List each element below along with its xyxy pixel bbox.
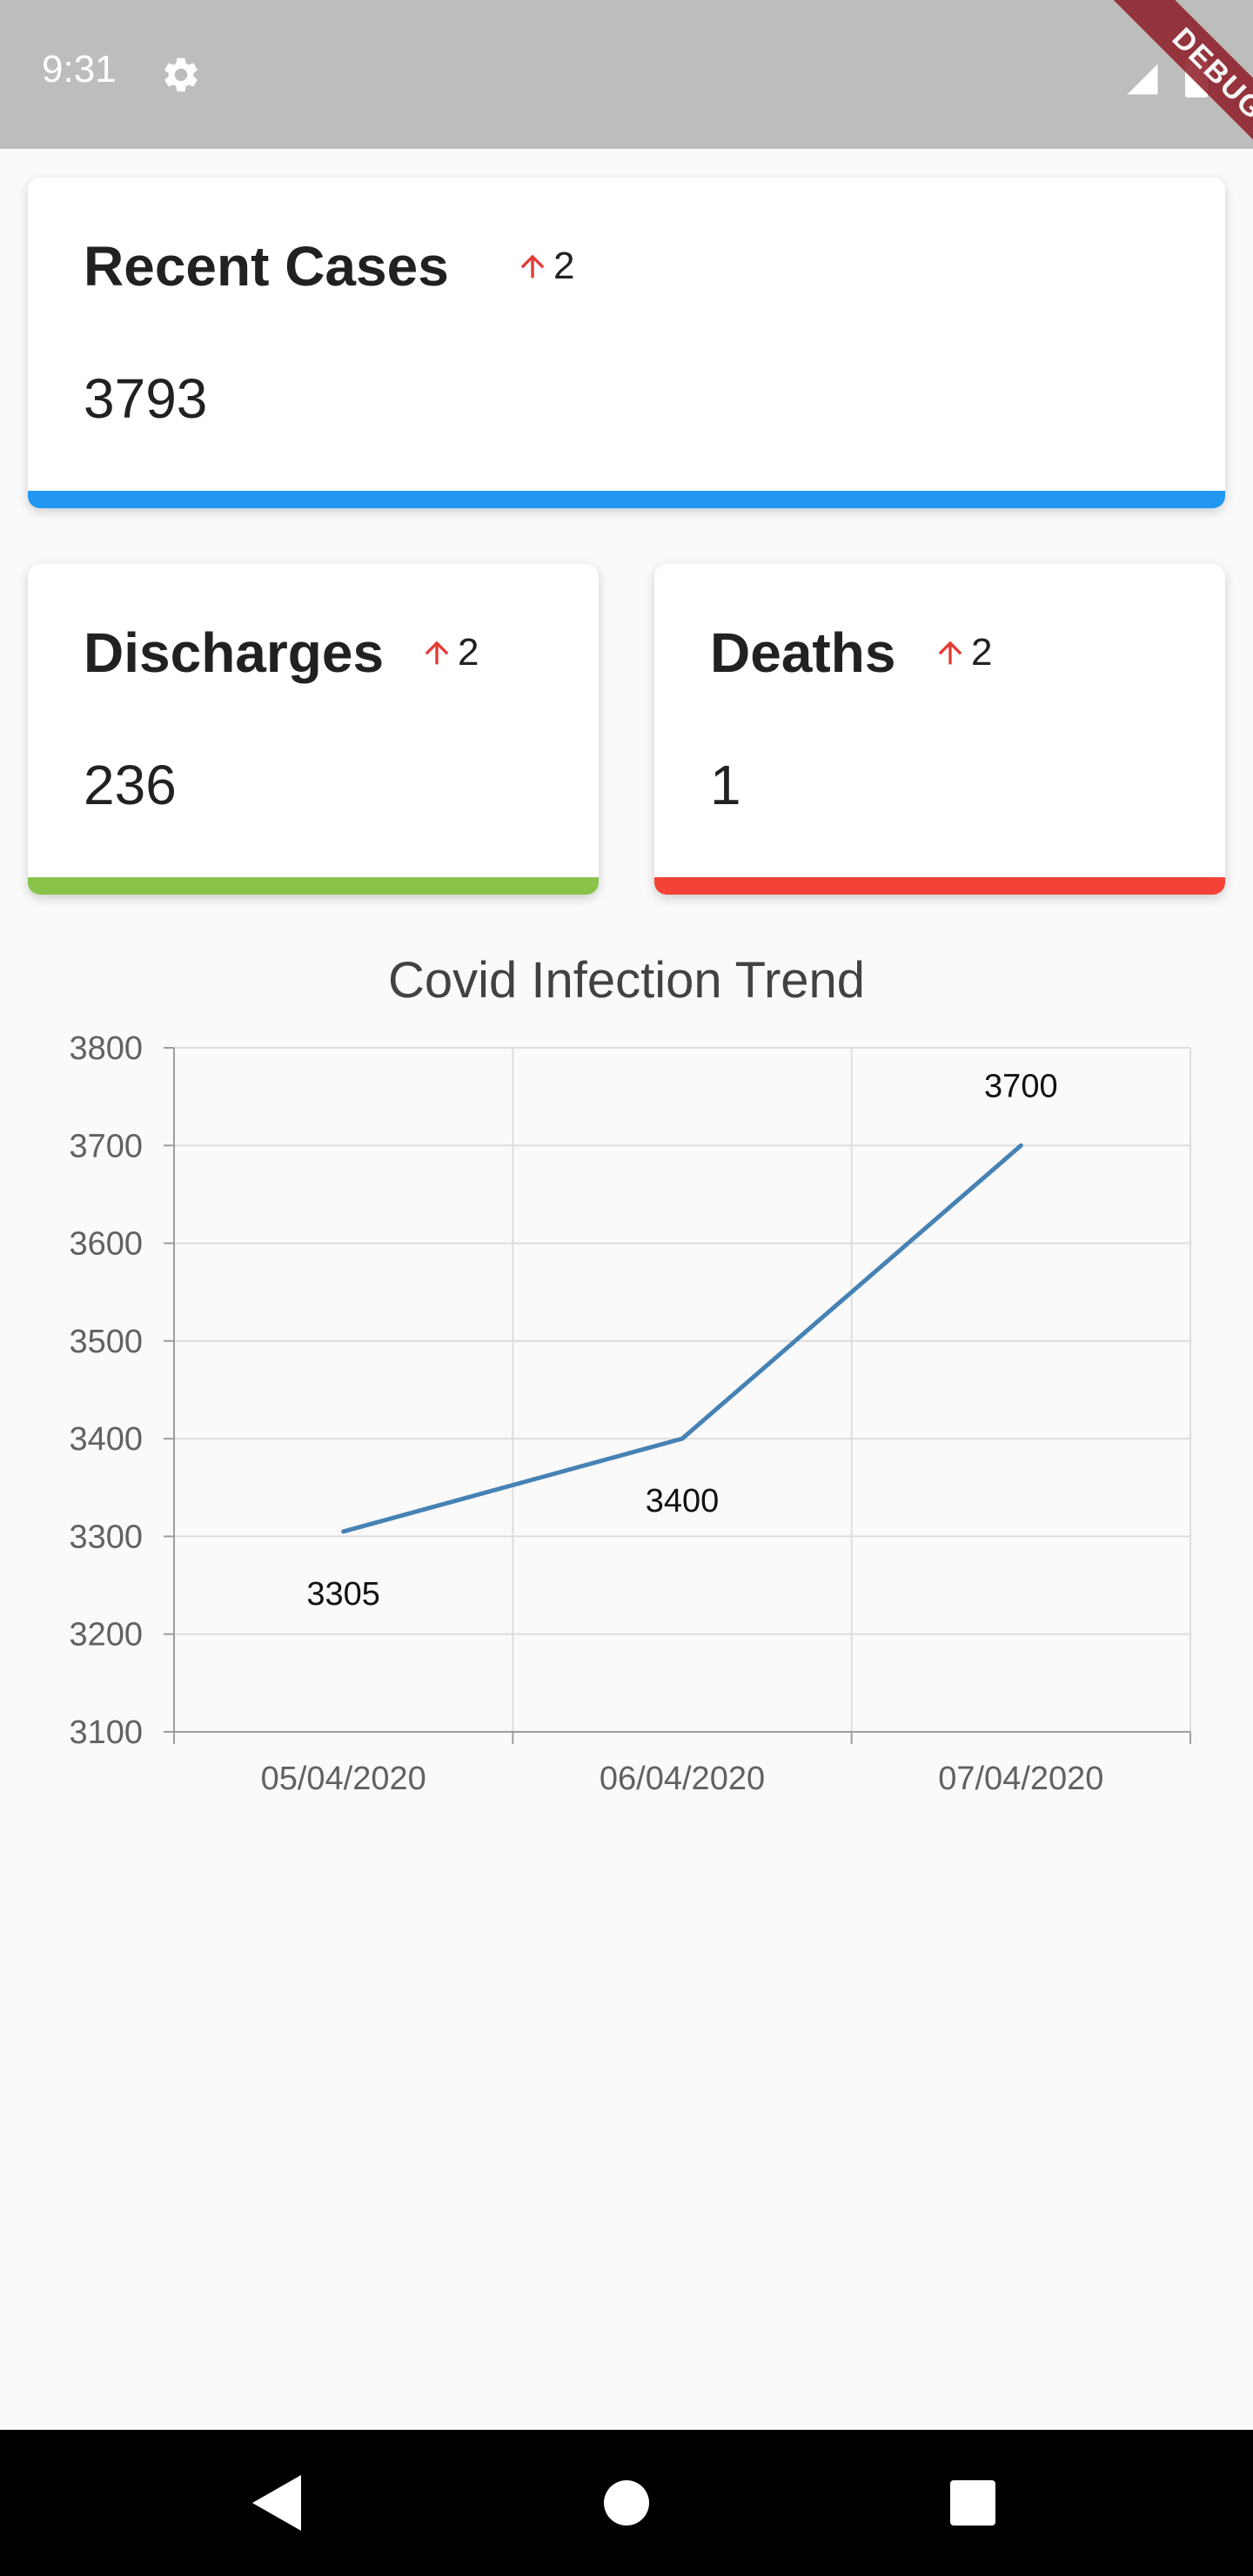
x-tick-label: 05/04/2020 bbox=[261, 1761, 426, 1797]
series-line bbox=[343, 1144, 1022, 1534]
y-tick-label: 3300 bbox=[69, 1519, 143, 1555]
recent-cases-delta: 2 bbox=[515, 247, 574, 285]
discharges-delta-value: 2 bbox=[458, 631, 479, 674]
deaths-value: 1 bbox=[710, 754, 741, 816]
x-tick-label: 07/04/2020 bbox=[938, 1761, 1103, 1797]
navigation-bar bbox=[0, 2430, 1253, 2576]
arrow-up-icon bbox=[938, 641, 962, 665]
discharges-title: Discharges bbox=[84, 621, 385, 684]
data-point bbox=[1018, 1143, 1023, 1148]
y-tick-label: 3200 bbox=[69, 1617, 143, 1654]
arrow-up-icon bbox=[425, 641, 449, 665]
home-icon[interactable] bbox=[604, 2480, 649, 2526]
recents-icon[interactable] bbox=[950, 2480, 995, 2526]
deaths-delta-value: 2 bbox=[971, 631, 993, 674]
y-tick-label: 3600 bbox=[69, 1226, 143, 1263]
back-icon[interactable] bbox=[252, 2473, 305, 2532]
arrow-up-icon bbox=[520, 254, 545, 278]
y-tick-label: 3500 bbox=[69, 1324, 143, 1360]
recent-cases-title: Recent Cases bbox=[84, 235, 449, 298]
x-tick-label: 06/04/2020 bbox=[600, 1761, 765, 1797]
status-time: 9:31 bbox=[42, 48, 117, 91]
data-label: 3305 bbox=[306, 1576, 380, 1613]
y-tick-label: 3100 bbox=[69, 1714, 143, 1751]
y-tick-label: 3700 bbox=[69, 1128, 143, 1164]
chart-title: Covid Infection Trend bbox=[387, 952, 866, 1009]
data-point bbox=[341, 1529, 346, 1534]
discharges-color-bar bbox=[28, 877, 599, 895]
recent-cases-color-bar bbox=[28, 491, 1225, 508]
data-point bbox=[680, 1436, 685, 1441]
recent-cases-value: 3793 bbox=[84, 367, 208, 430]
y-tick-label: 3400 bbox=[69, 1421, 143, 1458]
discharges-value: 236 bbox=[84, 754, 177, 816]
discharges-delta: 2 bbox=[419, 634, 479, 672]
recent-cases-delta-value: 2 bbox=[553, 245, 575, 287]
discharges-card[interactable]: Discharges 2 236 bbox=[28, 564, 599, 895]
deaths-delta: 2 bbox=[933, 634, 992, 672]
data-label: 3400 bbox=[646, 1483, 720, 1519]
gear-icon bbox=[164, 57, 198, 92]
debug-banner: DEBUG bbox=[1098, 0, 1253, 194]
deaths-card[interactable]: Deaths 2 1 bbox=[654, 564, 1225, 895]
app-screen: 9:31 DEBUG Recent Cases 2 3793 Discharge… bbox=[0, 0, 1253, 2576]
deaths-title: Deaths bbox=[710, 621, 896, 684]
data-label: 3700 bbox=[984, 1068, 1058, 1104]
y-tick-label: 3800 bbox=[69, 1030, 143, 1067]
deaths-color-bar bbox=[654, 877, 1225, 895]
recent-cases-card[interactable]: Recent Cases 2 3793 bbox=[28, 178, 1225, 508]
infection-trend-chart: 3100 3200 3300 3400 3500 3600 3700 3800 05/04/20… bbox=[69, 1030, 1191, 1797]
